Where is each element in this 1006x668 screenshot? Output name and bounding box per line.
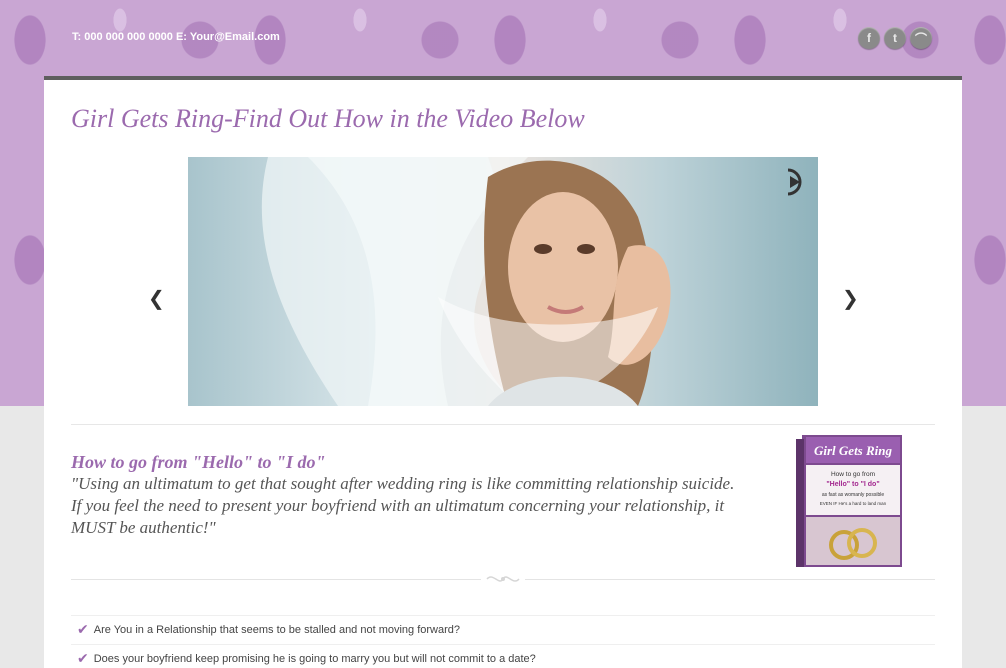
quote-text: "Using an ultimatum to get that sought a…	[71, 474, 735, 537]
book-title: Girl Gets Ring	[814, 443, 893, 458]
ornament-divider	[71, 574, 935, 586]
sub-heading: How to go from "Hello" to "I do"	[71, 452, 326, 472]
checkmark-icon: ✔	[77, 651, 89, 667]
bride-veil-photo	[261, 157, 671, 406]
flourish-icon	[486, 576, 520, 582]
book-line-3: as fast as womanly possible	[822, 492, 884, 498]
twitter-icon[interactable]: t	[884, 27, 906, 49]
book-line-1: How to go from	[831, 471, 875, 478]
checkmark-icon: ✔	[77, 622, 89, 638]
list-item-text: Are You in a Relationship that seems to …	[93, 624, 461, 636]
list-item-text: Does your boyfriend keep promising he is…	[93, 653, 536, 665]
top-bar: T: 000 000 000 0000 E: Your@Email.com f …	[0, 0, 1006, 76]
ebook-cover-image[interactable]: Girl Gets Ring How to go from "Hello" to…	[796, 433, 906, 569]
slider-next-arrow[interactable]: ❯	[842, 286, 859, 310]
play-icon[interactable]	[784, 167, 808, 197]
rss-icon[interactable]: ⌒	[910, 27, 932, 49]
main-content: Girl Gets Ring-Find Out How in the Video…	[44, 76, 962, 668]
book-line-2: "Hello" to "I do"	[826, 481, 879, 488]
page-title: Girl Gets Ring-Find Out How in the Video…	[71, 104, 585, 133]
social-links: f t ⌒	[858, 27, 932, 49]
divider	[71, 424, 935, 425]
list-item: ✔ Are You in a Relationship that seems t…	[71, 615, 935, 644]
image-slider[interactable]	[188, 157, 818, 406]
contact-info: T: 000 000 000 0000 E: Your@Email.com	[72, 31, 280, 43]
book-line-4: EVEN IF He's a hard to land man	[820, 501, 887, 506]
list-item: ✔ Does your boyfriend keep promising he …	[71, 644, 935, 668]
benefit-checklist: ✔ Are You in a Relationship that seems t…	[71, 615, 935, 668]
slider-prev-arrow[interactable]: ❮	[148, 286, 165, 310]
facebook-icon[interactable]: f	[858, 27, 880, 49]
